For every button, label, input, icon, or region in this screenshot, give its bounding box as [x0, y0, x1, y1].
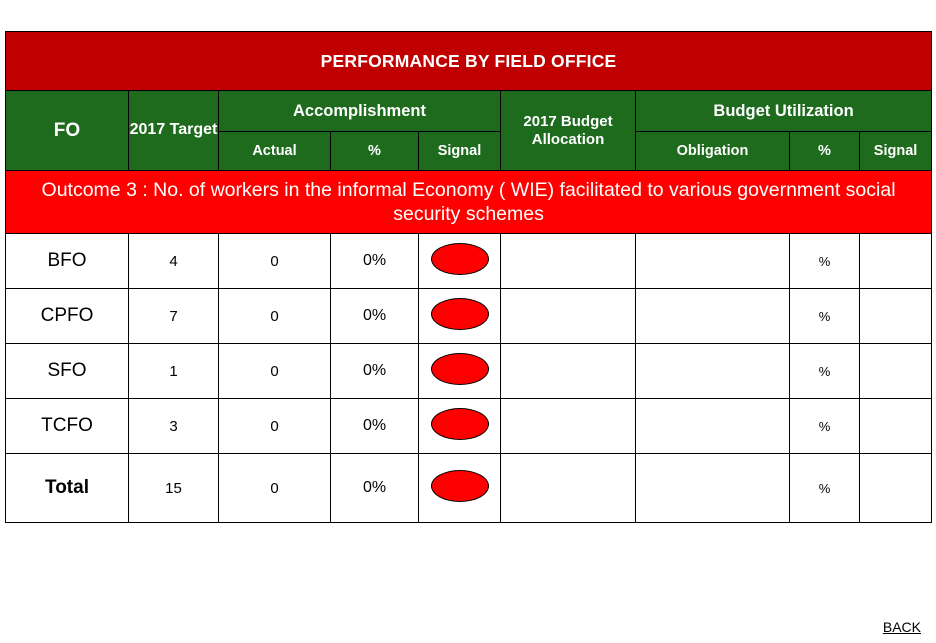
- row-util-signal: [858, 288, 933, 344]
- slide: PERFORMANCE BY FIELD OFFICE FO 2017 Targ…: [0, 31, 936, 643]
- row-allocation: [500, 453, 636, 523]
- row-signal: [418, 398, 501, 454]
- row-signal: [418, 233, 501, 289]
- header-util-percent: %: [789, 131, 860, 171]
- header-actual: Actual: [218, 131, 331, 171]
- row-obligation: [635, 233, 790, 289]
- signal-red-icon: [430, 407, 489, 440]
- row-obligation: [635, 288, 790, 344]
- row-allocation: [500, 398, 636, 454]
- signal-red-icon: [430, 297, 489, 330]
- back-link[interactable]: BACK: [883, 619, 921, 635]
- row-target: 3: [128, 398, 219, 454]
- header-signal: Signal: [418, 131, 501, 171]
- header-obligation: Obligation: [635, 131, 790, 171]
- row-util-percent: %: [789, 288, 860, 344]
- table-row: BFO 4 0 0% %: [5, 233, 933, 289]
- row-util-signal: [858, 343, 933, 399]
- row-util-signal: [858, 398, 933, 454]
- row-actual: 0: [218, 453, 331, 523]
- table-row: CPFO 7 0 0% %: [5, 288, 933, 344]
- row-allocation: [500, 288, 636, 344]
- header-accomplishment: Accomplishment: [218, 90, 501, 132]
- row-signal: [418, 453, 501, 523]
- row-util-percent: %: [789, 398, 860, 454]
- row-util-signal: [858, 233, 933, 289]
- header-fo: FO: [5, 90, 129, 171]
- table-row-total: Total 15 0 0% %: [5, 453, 933, 523]
- row-signal: [418, 288, 501, 344]
- row-fo-label: BFO: [5, 233, 129, 289]
- row-actual: 0: [218, 288, 331, 344]
- row-signal: [418, 343, 501, 399]
- row-percent: 0%: [330, 453, 419, 523]
- row-target: 1: [128, 343, 219, 399]
- row-fo-label: CPFO: [5, 288, 129, 344]
- row-percent: 0%: [330, 398, 419, 454]
- table-row: SFO 1 0 0% %: [5, 343, 933, 399]
- row-util-percent: %: [789, 343, 860, 399]
- performance-table: PERFORMANCE BY FIELD OFFICE FO 2017 Targ…: [4, 31, 933, 523]
- page-title: PERFORMANCE BY FIELD OFFICE: [4, 31, 933, 91]
- row-actual: 0: [218, 398, 331, 454]
- outcome-row: Outcome 3 : No. of workers in the inform…: [4, 170, 933, 234]
- signal-red-icon: [430, 242, 489, 275]
- row-allocation: [500, 343, 636, 399]
- header-budget-allocation: 2017 Budget Allocation: [500, 90, 636, 171]
- row-allocation: [500, 233, 636, 289]
- header-target: 2017 Target: [128, 90, 219, 171]
- header-budget-utilization: Budget Utilization: [634, 90, 933, 132]
- row-obligation: [635, 398, 790, 454]
- header-util-signal: Signal: [858, 131, 933, 171]
- title-row: PERFORMANCE BY FIELD OFFICE: [4, 31, 933, 91]
- row-fo-label: TCFO: [5, 398, 129, 454]
- header-percent: %: [330, 131, 419, 171]
- row-percent: 0%: [330, 288, 419, 344]
- row-util-percent: %: [789, 453, 860, 523]
- row-util-percent: %: [789, 233, 860, 289]
- row-util-signal: [858, 453, 933, 523]
- row-obligation: [635, 453, 790, 523]
- row-actual: 0: [218, 233, 331, 289]
- header-row-1: FO 2017 Target Accomplishment 2017 Budge…: [5, 90, 933, 171]
- row-percent: 0%: [330, 233, 419, 289]
- row-target: 7: [128, 288, 219, 344]
- row-percent: 0%: [330, 343, 419, 399]
- signal-red-icon: [430, 352, 489, 385]
- outcome-title: Outcome 3 : No. of workers in the inform…: [4, 170, 933, 234]
- row-fo-label: SFO: [5, 343, 129, 399]
- row-obligation: [635, 343, 790, 399]
- row-target: 15: [128, 453, 219, 523]
- row-fo-label: Total: [5, 453, 129, 523]
- table-row: TCFO 3 0 0% %: [5, 398, 933, 454]
- row-actual: 0: [218, 343, 331, 399]
- row-target: 4: [128, 233, 219, 289]
- signal-red-icon: [430, 469, 489, 502]
